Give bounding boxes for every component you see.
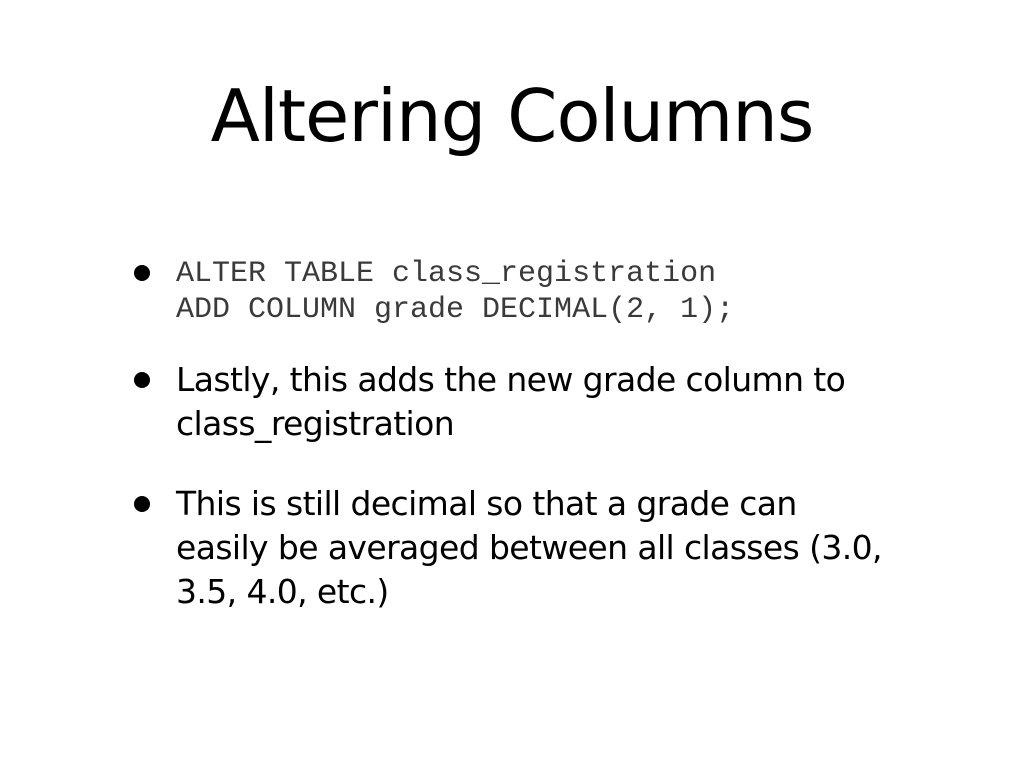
slide-title: Altering Columns [210, 74, 815, 158]
code-line: ALTER TABLE class_registration [176, 257, 717, 291]
bullet-text-line: easily be averaged between all classes (… [176, 528, 883, 567]
bullet-dot-icon [134, 265, 150, 281]
bullet-dot-icon [134, 372, 150, 388]
bullet-item: This is still decimal so that a grade ca… [132, 482, 932, 614]
bullet-text-line: 3.5, 4.0, etc.) [176, 572, 389, 611]
bullet-text-line: Lastly, this adds the new grade column t… [176, 360, 846, 399]
code-line: ADD COLUMN grade DECIMAL(2, 1); [176, 293, 735, 327]
bullet-text-line: class_registration [176, 404, 455, 443]
bullet-dot-icon [134, 496, 150, 512]
bullet-list: ALTER TABLE class_registration ADD COLUM… [132, 256, 932, 650]
slide: Altering Columns ALTER TABLE class_regis… [0, 0, 1024, 768]
bullet-text-line: This is still decimal so that a grade ca… [176, 484, 797, 523]
code-bullet: ALTER TABLE class_registration ADD COLUM… [132, 256, 932, 328]
bullet-item: Lastly, this adds the new grade column t… [132, 358, 932, 446]
